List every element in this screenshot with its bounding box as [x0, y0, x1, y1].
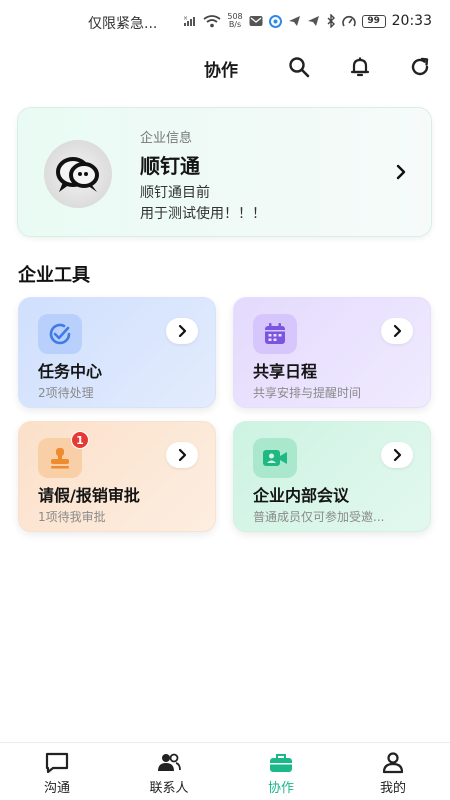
- tool-subtitle: 2项待处理: [38, 386, 94, 400]
- tool-title: 请假/报销审批: [38, 486, 140, 505]
- tool-icon-box: [253, 314, 297, 354]
- tool-title: 企业内部会议: [253, 486, 350, 505]
- calendar-icon: [265, 323, 285, 344]
- person-icon: [379, 751, 407, 775]
- nav-label: 我的: [379, 781, 406, 796]
- tool-icon-box: [38, 314, 82, 354]
- enterprise-card-arrow: [391, 162, 411, 182]
- briefcase-icon: [267, 751, 295, 775]
- tool-open-button[interactable]: [381, 442, 413, 468]
- tool-card-internal-meeting[interactable]: 企业内部会议 普通成员仅可参加受邀...: [233, 421, 431, 532]
- video-camera-icon: [263, 450, 287, 466]
- tool-title: 任务中心: [38, 362, 103, 381]
- refresh-button[interactable]: [405, 52, 435, 82]
- tool-card-shared-schedule[interactable]: 共享日程 共享安排与提醒时间: [233, 297, 431, 408]
- net-speed-unit: B/s: [228, 20, 242, 29]
- app-header: 协作: [0, 44, 450, 92]
- chevron-right-icon: [393, 448, 402, 462]
- enterprise-description-line1: 顺钉通目前: [140, 185, 210, 201]
- bell-icon: [350, 57, 370, 77]
- search-button[interactable]: [284, 52, 314, 82]
- tool-card-approval[interactable]: 1 请假/报销审批 1项待我审批: [18, 421, 216, 532]
- chat-icon: [43, 751, 71, 775]
- search-icon: [289, 57, 310, 78]
- no-signal-icon: ×: [183, 15, 197, 27]
- tool-title: 共享日程: [253, 362, 318, 381]
- tool-card-task-center[interactable]: 任务中心 2项待处理: [18, 297, 216, 408]
- contacts-icon: [155, 751, 183, 775]
- app-notification-icon: [268, 14, 282, 28]
- carrier-text: 仅限紧急...: [88, 16, 158, 32]
- nav-item-chat[interactable]: 沟通: [17, 751, 97, 799]
- nav-label: 协作: [267, 781, 294, 796]
- send-icon: [288, 15, 301, 27]
- status-time: 20:33: [391, 13, 432, 29]
- speed-icon: [341, 15, 356, 28]
- enterprise-info-card[interactable]: 企业信息 顺钉通 顺钉通目前 用于测试使用！！！: [17, 107, 432, 237]
- tool-icon-box: [253, 438, 297, 478]
- nav-label: 沟通: [43, 781, 70, 796]
- chevron-right-icon: [178, 324, 187, 338]
- bottom-nav: 沟通 联系人 协作 我的: [0, 742, 450, 800]
- enterprise-description-line2: 用于测试使用！！！: [140, 206, 266, 222]
- bluetooth-icon: [326, 14, 336, 28]
- tool-subtitle: 普通成员仅可参加受邀...: [253, 510, 385, 524]
- tool-open-button[interactable]: [381, 318, 413, 344]
- status-icons: × 508 B/s 99 20:33: [183, 13, 432, 30]
- stamp-icon: [51, 448, 69, 469]
- battery-icon: 99: [361, 14, 386, 28]
- chevron-right-icon: [393, 324, 402, 338]
- nav-item-collaboration[interactable]: 协作: [241, 751, 321, 799]
- tool-open-button[interactable]: [166, 318, 198, 344]
- tool-subtitle: 共享安排与提醒时间: [253, 386, 362, 400]
- send-icon-2: [307, 15, 320, 27]
- net-speed: 508 B/s: [227, 13, 242, 29]
- tool-subtitle: 1项待我审批: [38, 510, 106, 524]
- check-circle-icon: [49, 323, 71, 345]
- nav-label: 联系人: [149, 781, 189, 796]
- tool-open-button[interactable]: [166, 442, 198, 468]
- pending-count-badge: 1: [71, 431, 89, 449]
- page-title: 协作: [204, 61, 238, 81]
- wifi-icon: [203, 14, 221, 28]
- enterprise-name: 顺钉通: [140, 154, 200, 178]
- enterprise-logo: [44, 140, 112, 208]
- chevron-right-icon: [396, 164, 406, 180]
- notification-button[interactable]: [345, 52, 375, 82]
- status-bar: 仅限紧急... × 508 B/s 99 20:33: [0, 0, 450, 42]
- chat-bubbles-logo-icon: [56, 157, 99, 192]
- refresh-icon: [411, 57, 429, 76]
- section-title-enterprise-tools: 企业工具: [18, 265, 90, 286]
- nav-item-contacts[interactable]: 联系人: [129, 751, 209, 799]
- nav-item-me[interactable]: 我的: [353, 751, 433, 799]
- mail-icon: [249, 15, 263, 27]
- enterprise-label: 企业信息: [140, 131, 193, 146]
- svg-text:×: ×: [183, 15, 188, 22]
- chevron-right-icon: [178, 448, 187, 462]
